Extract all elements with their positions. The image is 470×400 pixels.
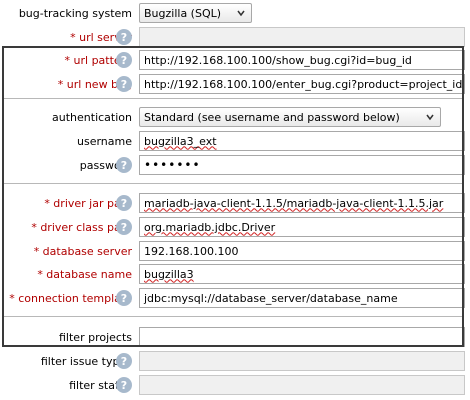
- driver-jar-path-field[interactable]: mariadb-java-client-1.1.5/mariadb-java-c…: [139, 193, 465, 213]
- row-database-name: * database name bugzilla3: [0, 262, 470, 286]
- row-url-server: * url server ?: [0, 25, 470, 49]
- row-filter-issue-types: filter issue types ?: [0, 349, 470, 373]
- row-password: password ? •••••••: [0, 153, 470, 177]
- filter-status-field: [139, 375, 465, 395]
- filter-projects-label: filter projects: [59, 330, 132, 344]
- username-label: username: [77, 134, 132, 148]
- help-icon[interactable]: ?: [116, 290, 132, 306]
- username-field[interactable]: bugzilla3_ext: [139, 131, 465, 151]
- help-icon[interactable]: ?: [116, 353, 132, 369]
- help-icon[interactable]: ?: [116, 219, 132, 235]
- help-icon[interactable]: ?: [116, 157, 132, 173]
- divider: [4, 183, 463, 184]
- row-filter-projects: filter projects: [0, 325, 470, 349]
- row-bug-tracking-system: bug-tracking system Bugzilla (SQL): [0, 1, 470, 25]
- authentication-select[interactable]: Standard (see username and password belo…: [139, 107, 441, 127]
- row-filter-status: filter status ?: [0, 373, 470, 397]
- connection-template-field[interactable]: jdbc:mysql://database_server/database_na…: [139, 288, 465, 308]
- url-pattern-field[interactable]: http://192.168.100.100/show_bug.cgi?id=b…: [139, 50, 465, 70]
- authentication-value: Standard (see username and password belo…: [144, 110, 400, 124]
- database-server-field[interactable]: 192.168.100.100: [139, 241, 465, 261]
- driver-class-path-field[interactable]: org.mariadb.jdbc.Driver: [139, 217, 465, 237]
- divider: [4, 316, 463, 317]
- row-connection-template: * connection template ? jdbc:mysql://dat…: [0, 286, 470, 310]
- url-server-field: [139, 27, 465, 47]
- divider: [4, 98, 463, 99]
- row-url-new-bug: * url new bug ? http://192.168.100.100/e…: [0, 72, 470, 96]
- help-icon[interactable]: ?: [116, 76, 132, 92]
- database-name-label: * database name: [37, 267, 132, 281]
- bug-tracking-system-label: bug-tracking system: [18, 6, 132, 20]
- filter-projects-field[interactable]: [139, 327, 465, 347]
- help-icon[interactable]: ?: [116, 52, 132, 68]
- connection-template-label: * connection template: [9, 291, 132, 305]
- row-database-server: * database server 192.168.100.100: [0, 239, 470, 263]
- password-field[interactable]: •••••••: [139, 155, 465, 175]
- url-new-bug-field[interactable]: http://192.168.100.100/enter_bug.cgi?pro…: [139, 74, 465, 94]
- row-url-pattern: * url pattern ? http://192.168.100.100/s…: [0, 48, 470, 72]
- row-driver-class-path: * driver class path ? org.mariadb.jdbc.D…: [0, 215, 470, 239]
- authentication-label: authentication: [52, 110, 132, 124]
- filter-issue-types-field: [139, 351, 465, 371]
- database-server-label: * database server: [33, 244, 132, 258]
- chevron-down-icon: [237, 10, 245, 17]
- bug-tracking-system-select[interactable]: Bugzilla (SQL): [139, 3, 252, 23]
- bug-tracking-system-value: Bugzilla (SQL): [144, 6, 222, 20]
- help-icon[interactable]: ?: [116, 195, 132, 211]
- chevron-down-icon: [426, 114, 434, 121]
- help-icon[interactable]: ?: [116, 29, 132, 45]
- database-name-field[interactable]: bugzilla3: [139, 264, 465, 284]
- row-username: username bugzilla3_ext: [0, 129, 470, 153]
- row-authentication: authentication Standard (see username an…: [0, 105, 470, 129]
- help-icon[interactable]: ?: [116, 377, 132, 393]
- row-driver-jar-path: * driver jar path ? mariadb-java-client-…: [0, 191, 470, 215]
